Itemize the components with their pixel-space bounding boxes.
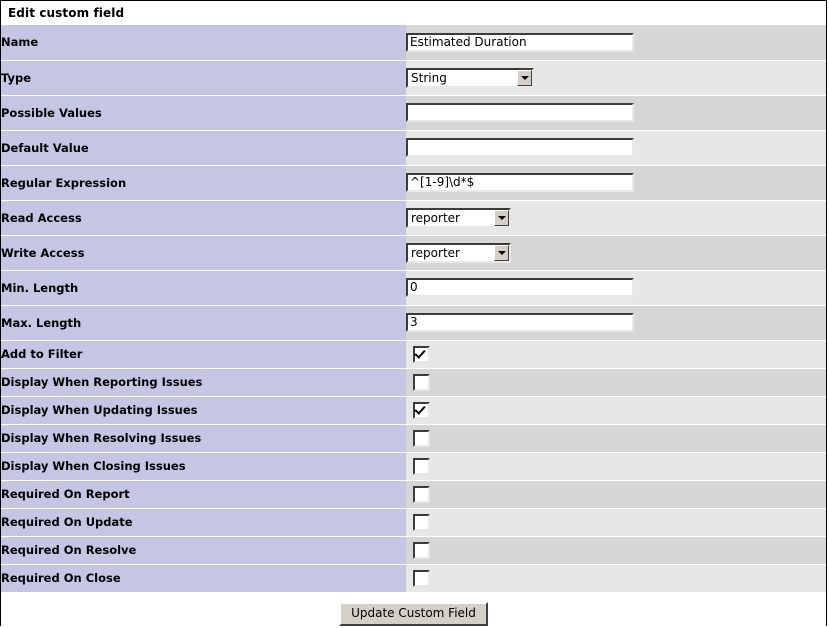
field-value-cell-display-when-resolving-issues <box>406 424 826 453</box>
write-access-selected-value: reporter <box>411 245 460 260</box>
field-label-name: Name <box>1 25 406 61</box>
page-title: Edit custom field <box>8 6 125 20</box>
field-value-cell-max-length <box>406 305 826 341</box>
field-label-possible-values: Possible Values <box>1 95 406 131</box>
regular-expression-input[interactable] <box>406 173 634 192</box>
read-access-selected-value: reporter <box>411 210 460 225</box>
field-label-min-length: Min. Length <box>1 270 406 306</box>
field-row-read-access: Read Access reporter <box>1 200 826 236</box>
field-value-cell-name <box>406 25 826 61</box>
display-when-resolving-issues-checkbox[interactable] <box>413 429 430 447</box>
possible-values-input[interactable] <box>406 103 634 122</box>
field-label-write-access: Write Access <box>1 235 406 271</box>
field-row-default-value: Default Value <box>1 130 826 166</box>
field-label-add-to-filter: Add to Filter <box>1 340 406 369</box>
field-value-cell-display-when-closing-issues <box>406 452 826 481</box>
field-value-cell-regular-expression <box>406 165 826 201</box>
field-row-max-length: Max. Length <box>1 305 826 341</box>
field-row-name: Name <box>1 25 826 61</box>
field-row-display-when-resolving-issues: Display When Resolving Issues <box>1 424 826 453</box>
type-select[interactable]: String <box>406 67 534 88</box>
write-access-select[interactable]: reporter <box>406 242 511 263</box>
field-row-display-when-closing-issues: Display When Closing Issues <box>1 452 826 481</box>
required-on-close-checkbox[interactable] <box>413 569 430 587</box>
field-value-cell-required-on-resolve <box>406 536 826 565</box>
field-row-min-length: Min. Length <box>1 270 826 306</box>
field-value-cell-min-length <box>406 270 826 306</box>
field-row-required-on-resolve: Required On Resolve <box>1 536 826 565</box>
required-on-update-checkbox[interactable] <box>413 513 430 531</box>
custom-field-form-table: NameType String Possible ValuesDefault Val… <box>1 25 826 593</box>
field-label-regular-expression: Regular Expression <box>1 165 406 201</box>
field-label-required-on-close: Required On Close <box>1 564 406 593</box>
display-when-closing-issues-checkbox[interactable] <box>413 457 430 475</box>
field-value-cell-required-on-close <box>406 564 826 593</box>
required-on-resolve-checkbox[interactable] <box>413 541 430 559</box>
field-value-cell-write-access: reporter <box>406 235 826 271</box>
field-value-cell-possible-values <box>406 95 826 131</box>
form-title-row: Edit custom field <box>1 1 826 25</box>
chevron-down-icon[interactable] <box>494 244 509 261</box>
field-label-max-length: Max. Length <box>1 305 406 341</box>
field-row-display-when-updating-issues: Display When Updating Issues <box>1 396 826 425</box>
display-when-updating-issues-checkbox[interactable] <box>413 401 430 419</box>
field-label-required-on-update: Required On Update <box>1 508 406 537</box>
field-label-required-on-report: Required On Report <box>1 480 406 509</box>
default-value-input[interactable] <box>406 138 634 157</box>
min-length-input[interactable] <box>406 278 634 297</box>
max-length-input[interactable] <box>406 313 634 332</box>
field-row-write-access: Write Access reporter <box>1 235 826 271</box>
field-row-type: Type String <box>1 60 826 96</box>
field-label-display-when-closing-issues: Display When Closing Issues <box>1 452 406 481</box>
field-label-display-when-resolving-issues: Display When Resolving Issues <box>1 424 406 453</box>
chevron-down-icon[interactable] <box>517 69 532 86</box>
field-value-cell-read-access: reporter <box>406 200 826 236</box>
field-value-cell-type: String <box>406 60 826 96</box>
name-input[interactable] <box>406 32 634 52</box>
field-value-cell-display-when-reporting-issues <box>406 368 826 397</box>
field-label-type: Type <box>1 60 406 96</box>
required-on-report-checkbox[interactable] <box>413 485 430 503</box>
field-label-default-value: Default Value <box>1 130 406 166</box>
field-value-cell-display-when-updating-issues <box>406 396 826 425</box>
field-row-required-on-close: Required On Close <box>1 564 826 593</box>
field-row-possible-values: Possible Values <box>1 95 826 131</box>
chevron-down-icon[interactable] <box>494 209 509 226</box>
field-label-display-when-reporting-issues: Display When Reporting Issues <box>1 368 406 397</box>
field-label-required-on-resolve: Required On Resolve <box>1 536 406 565</box>
update-custom-field-button[interactable]: Update Custom Field <box>339 601 488 626</box>
field-value-cell-required-on-update <box>406 508 826 537</box>
field-value-cell-required-on-report <box>406 480 826 509</box>
field-label-display-when-updating-issues: Display When Updating Issues <box>1 396 406 425</box>
form-footer: Update Custom Field <box>1 592 826 626</box>
field-row-add-to-filter: Add to Filter <box>1 340 826 369</box>
edit-custom-field-panel: Edit custom field NameType String Possible… <box>0 0 827 626</box>
field-row-required-on-update: Required On Update <box>1 508 826 537</box>
display-when-reporting-issues-checkbox[interactable] <box>413 373 430 391</box>
field-row-required-on-report: Required On Report <box>1 480 826 509</box>
field-row-display-when-reporting-issues: Display When Reporting Issues <box>1 368 826 397</box>
field-value-cell-add-to-filter <box>406 340 826 369</box>
add-to-filter-checkbox[interactable] <box>413 345 430 363</box>
field-label-read-access: Read Access <box>1 200 406 236</box>
type-selected-value: String <box>411 70 447 85</box>
read-access-select[interactable]: reporter <box>406 207 511 228</box>
field-value-cell-default-value <box>406 130 826 166</box>
field-row-regular-expression: Regular Expression <box>1 165 826 201</box>
